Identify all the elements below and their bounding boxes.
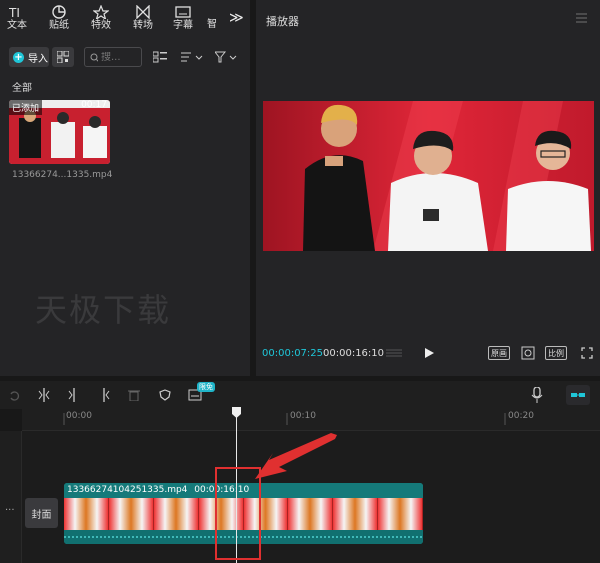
grid-view-icon[interactable] [153,51,167,63]
toolbar-smart[interactable]: 智 [200,18,224,30]
free-badge: 限免 [197,382,215,392]
media-panel: TI 文本 贴纸 特效 转场 字幕 智 ≫ + 导入 全部 [0,0,250,376]
split-icon[interactable] [38,388,50,402]
toolbar-text-label: 文本 [7,20,27,31]
total-time: 00:00:16:10 [323,348,385,359]
import-label: 导入 [28,53,48,65]
added-badge: 已添加 [9,100,43,115]
subtitle-icon [175,6,191,18]
track-header: ··· [0,431,22,563]
playhead-handle-icon[interactable] [231,407,242,419]
clip-frame [108,498,154,530]
video-preview [263,101,594,251]
timeline-toolbar: 限免 [0,381,600,409]
svg-text:TI: TI [9,6,20,19]
toolbar-subtitle-label: 字幕 [173,20,193,31]
play-icon[interactable] [423,347,435,359]
track-menu-icon[interactable]: ··· [5,505,15,516]
trim-right-icon[interactable] [98,388,110,402]
search-icon [90,53,98,62]
transition-icon [136,5,150,19]
cover-button[interactable]: 封面 [25,498,58,528]
current-time: 00:00:07:25 [262,348,324,359]
toolbar-effects[interactable]: 特效 [84,5,118,31]
link-toggle-button[interactable] [566,385,590,405]
toolbar-transition-label: 转场 [133,20,153,31]
effects-icon [93,5,109,19]
undo-icon[interactable] [8,389,20,401]
clip-frame [378,498,423,530]
text-icon: TI [9,6,20,19]
import-button[interactable]: + 导入 [9,47,49,67]
clip-frame [153,498,199,530]
filter-icon[interactable] [215,51,237,63]
toolbar-text[interactable]: TI 文本 [0,5,34,31]
menu-icon[interactable] [576,13,587,23]
toolbar-effects-label: 特效 [91,20,111,31]
sticker-icon [52,5,66,19]
toolbar-sticker[interactable]: 贴纸 [42,5,76,31]
delete-icon[interactable] [128,389,140,401]
timeline-view-icon[interactable] [385,347,403,359]
search-input[interactable] [101,51,141,63]
media-filename: 13366274...1335.mp4 [12,170,113,180]
section-all-label: 全部 [12,83,32,94]
plus-icon: + [13,51,24,63]
ruler-ticks [63,413,506,425]
clip-filename: 13366274104251335.mp4 [67,485,188,495]
sort-icon[interactable] [181,51,203,63]
toolbar-sticker-label: 贴纸 [49,20,69,31]
original-quality-button[interactable]: 原画 [488,346,510,360]
video-frame-image [263,101,594,251]
link-icon [571,393,585,397]
toolbar-transition[interactable]: 转场 [126,5,160,31]
search-box[interactable] [84,47,142,67]
toolbar-more-button[interactable]: ≫ [229,10,244,26]
qr-code-button[interactable] [52,47,74,67]
clip-frame [333,498,379,530]
qr-code-icon [57,51,69,63]
annotation-arrow-icon [255,433,337,479]
media-duration: 00:17 [81,100,107,110]
toolbar-subtitle[interactable]: 字幕 [166,5,200,31]
zoom-fit-icon[interactable] [521,346,535,360]
shield-icon[interactable] [159,389,171,401]
media-item-thumbnail[interactable]: 已添加 00:17 [9,100,110,164]
watermark: 天极下载 [35,291,172,329]
trim-left-icon[interactable] [68,388,80,402]
fullscreen-icon[interactable] [581,347,593,359]
player-title: 播放器 [266,15,299,28]
smart-icon: 智 [207,19,217,30]
clip-frame [64,498,109,530]
clip-frame [288,498,334,530]
timeline-ruler[interactable]: 00:00 00:10 00:20 [22,409,600,431]
microphone-icon[interactable] [531,387,543,403]
aspect-ratio-button[interactable]: 比例 [545,346,567,360]
